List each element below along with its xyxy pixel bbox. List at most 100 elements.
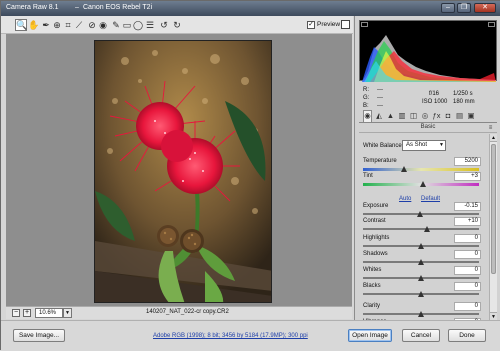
toolbar: ✓ Preview 🔍 ✋ ✒ ⊕ ⌗ ⟋ ⊘ ◉ ✎ ▭ ◯ ☰ ↺ ↻ bbox=[1, 16, 353, 34]
right-panel: R: --- G: --- B: --- f/16 1/250 s ISO 10… bbox=[354, 16, 500, 320]
zoom-level-field[interactable]: 10.6% bbox=[35, 308, 63, 318]
zoom-tool-icon[interactable]: 🔍 bbox=[15, 19, 27, 31]
clarity-label: Clarity bbox=[363, 303, 381, 309]
cancel-button[interactable]: Cancel bbox=[402, 329, 440, 342]
workflow-options-link[interactable]: Adobe RGB (1998); 8 bit; 3456 by 5184 (1… bbox=[153, 333, 308, 339]
red-eye-tool-icon[interactable]: ◉ bbox=[98, 20, 108, 30]
filename-label: 140207_NAT_022-cr copy.CR2 bbox=[146, 309, 229, 315]
color-sampler-tool-icon[interactable]: ⊕ bbox=[52, 20, 62, 30]
save-image-button[interactable]: Save Image... bbox=[13, 329, 65, 342]
straighten-tool-icon[interactable]: ⟋ bbox=[74, 20, 84, 30]
title-bar: Camera Raw 8.1 – Canon EOS Rebel T2i – ❐… bbox=[1, 1, 500, 16]
histogram-graph bbox=[362, 35, 496, 82]
tone-curve-tab-icon[interactable]: ◭ bbox=[375, 111, 384, 121]
histogram bbox=[359, 20, 497, 82]
zoom-in-button[interactable]: + bbox=[23, 309, 31, 317]
minimize-button[interactable]: – bbox=[441, 3, 455, 13]
maximize-button[interactable]: ❐ bbox=[457, 3, 471, 13]
temperature-slider-track[interactable] bbox=[363, 168, 479, 171]
scroll-down-icon[interactable]: ▼ bbox=[490, 312, 497, 320]
preview-checkbox[interactable]: ✓ bbox=[307, 21, 315, 29]
blacks-value-field[interactable]: 0 bbox=[454, 282, 481, 291]
temperature-slider-handle[interactable] bbox=[400, 166, 407, 172]
temperature-label: Temperature bbox=[363, 158, 397, 164]
tint-slider-handle[interactable] bbox=[420, 181, 427, 187]
bottom-bar: Save Image... Adobe RGB (1998); 8 bit; 3… bbox=[1, 320, 500, 351]
chevron-down-icon: ▼ bbox=[439, 142, 444, 148]
window-title: Camera Raw 8.1 bbox=[6, 4, 59, 11]
white-balance-tool-icon[interactable]: ✒ bbox=[41, 20, 51, 30]
tint-value-field[interactable]: +3 bbox=[454, 172, 481, 181]
adjustment-brush-icon[interactable]: ✎ bbox=[111, 20, 121, 30]
image-canvas[interactable] bbox=[6, 34, 352, 306]
basic-tab-icon[interactable]: ◉ bbox=[363, 110, 372, 122]
contrast-label: Contrast bbox=[363, 218, 386, 224]
contrast-slider-handle[interactable] bbox=[423, 226, 430, 232]
settings-scrollbar[interactable]: ▲ ▼ bbox=[489, 134, 497, 320]
zoom-out-button[interactable]: − bbox=[12, 309, 20, 317]
contrast-slider-track[interactable] bbox=[363, 228, 479, 230]
temperature-value-field[interactable]: 5200 bbox=[454, 157, 481, 166]
split-toning-tab-icon[interactable]: ◫ bbox=[409, 111, 418, 121]
radial-filter-icon[interactable]: ◯ bbox=[133, 20, 143, 30]
close-button[interactable]: ✕ bbox=[474, 3, 496, 13]
exposure-value-field[interactable]: -0.15 bbox=[454, 202, 481, 211]
detail-tab-icon[interactable]: ▲ bbox=[386, 111, 395, 121]
graduated-filter-icon[interactable]: ▭ bbox=[122, 20, 132, 30]
camera-model: Canon EOS Rebel T2i bbox=[83, 4, 153, 11]
highlights-slider-handle[interactable] bbox=[418, 243, 424, 249]
camera-calibration-tab-icon[interactable]: ◘ bbox=[444, 111, 453, 121]
hsl-tab-icon[interactable]: ▥ bbox=[398, 111, 407, 121]
crop-tool-icon[interactable]: ⌗ bbox=[63, 20, 73, 30]
exposure-slider-handle[interactable] bbox=[416, 211, 423, 217]
aperture-value: f/16 bbox=[429, 91, 440, 97]
snapshots-tab-icon[interactable]: ▣ bbox=[467, 111, 476, 121]
blacks-slider-handle[interactable] bbox=[418, 291, 424, 297]
shadows-value-field[interactable]: 0 bbox=[454, 250, 481, 259]
highlights-value-field[interactable]: 0 bbox=[454, 234, 481, 243]
preferences-icon[interactable]: ☰ bbox=[145, 20, 155, 30]
white-balance-value: As Shot bbox=[406, 142, 428, 148]
b-value: --- bbox=[377, 103, 383, 109]
open-image-button[interactable]: Open Image bbox=[348, 329, 392, 342]
blacks-label: Blacks bbox=[363, 283, 381, 289]
shadows-slider-handle[interactable] bbox=[418, 259, 424, 265]
highlights-label: Highlights bbox=[363, 235, 390, 241]
whites-value-field[interactable]: 0 bbox=[454, 266, 481, 275]
focal-length-value: 180 mm bbox=[453, 99, 475, 105]
effects-tab-icon[interactable]: ƒx bbox=[432, 111, 441, 121]
rotate-ccw-icon[interactable]: ↺ bbox=[159, 20, 169, 30]
zoom-dropdown-arrow-icon[interactable]: ▼ bbox=[63, 308, 72, 318]
rotate-cw-icon[interactable]: ↻ bbox=[172, 20, 182, 30]
default-link[interactable]: Default bbox=[421, 196, 440, 202]
whites-slider-handle[interactable] bbox=[418, 275, 424, 281]
shutter-value: 1/250 s bbox=[453, 91, 473, 97]
fullscreen-icon[interactable] bbox=[341, 20, 350, 29]
scroll-up-icon[interactable]: ▲ bbox=[490, 134, 497, 142]
r-value: --- bbox=[377, 87, 383, 93]
white-balance-select[interactable]: As Shot ▼ bbox=[402, 140, 446, 151]
contrast-value-field[interactable]: +10 bbox=[454, 217, 481, 226]
camera-raw-window: Camera Raw 8.1 – Canon EOS Rebel T2i – ❐… bbox=[0, 0, 500, 351]
clarity-slider-handle[interactable] bbox=[418, 311, 424, 317]
photo-preview[interactable] bbox=[94, 40, 272, 303]
title-separator: – bbox=[75, 4, 79, 11]
iso-value: ISO 1000 bbox=[422, 99, 448, 105]
tint-slider-row: Tint +3 bbox=[359, 172, 488, 190]
lens-corrections-tab-icon[interactable]: ◎ bbox=[421, 111, 430, 121]
basic-panel-title: Basic bbox=[420, 124, 436, 130]
whites-label: Whites bbox=[363, 267, 382, 273]
hand-tool-icon[interactable]: ✋ bbox=[28, 20, 39, 30]
done-button[interactable]: Done bbox=[448, 329, 486, 342]
spot-removal-tool-icon[interactable]: ⊘ bbox=[87, 20, 97, 30]
scroll-thumb[interactable] bbox=[491, 144, 496, 274]
clarity-value-field[interactable]: 0 bbox=[454, 302, 481, 311]
canvas-status-bar: − + 10.6% ▼ 140207_NAT_022-cr copy.CR2 bbox=[6, 306, 352, 319]
preview-label: Preview bbox=[317, 21, 341, 28]
auto-link[interactable]: Auto bbox=[399, 196, 411, 202]
presets-tab-icon[interactable]: ▤ bbox=[455, 111, 464, 121]
blacks-slider-row: Blacks 0 bbox=[359, 282, 488, 300]
contrast-slider-row: Contrast +10 bbox=[359, 217, 488, 235]
white-balance-label: White Balance: bbox=[363, 143, 404, 149]
panel-menu-icon[interactable]: ≡ bbox=[486, 124, 495, 132]
